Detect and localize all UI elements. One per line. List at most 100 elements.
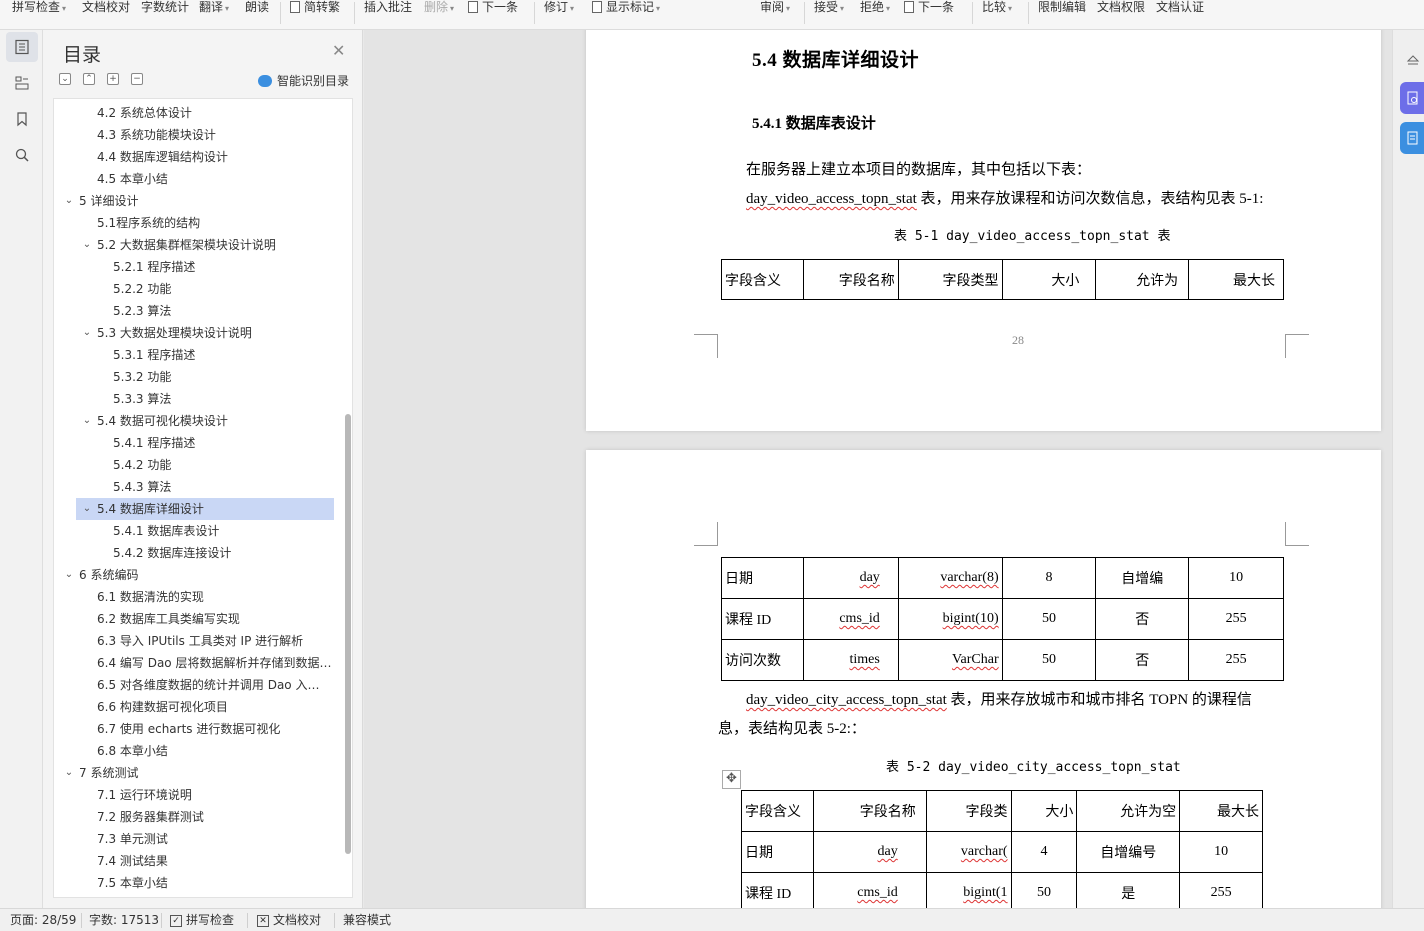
doc-search-button[interactable] (1400, 82, 1424, 114)
ai-assistant-button[interactable] (1400, 122, 1424, 154)
toc-item[interactable]: 5.3.3 算法 (54, 388, 334, 410)
word-count[interactable]: 字数: 17513 (89, 909, 159, 931)
spell-check-menu[interactable]: 拼写检查 ▾ (12, 0, 66, 15)
chevron-down-icon[interactable]: ⌄ (81, 498, 93, 520)
toc-item[interactable]: ⌄ 6 系统编码 (54, 564, 334, 586)
rail-bookmark-button[interactable] (6, 104, 38, 134)
chevron-down-icon[interactable]: ⌄ (63, 190, 75, 212)
chevron-down-icon[interactable]: ⌄ (81, 410, 93, 432)
proofread-toggle[interactable]: ✕ 文档校对 (257, 909, 321, 931)
toc-item[interactable]: 6.6 构建数据可视化项目 (54, 696, 334, 718)
rail-search-button[interactable] (6, 140, 38, 170)
toc-item[interactable]: 6.4 编写 Dao 层将数据解析并存储到数据… (54, 652, 334, 674)
reject-menu[interactable]: 拒绝 ▾ (860, 0, 890, 15)
cell-text: times (849, 652, 880, 667)
body-paragraph-3[interactable]: day_video_city_access_topn_stat 表，用来存放城市… (746, 688, 1252, 709)
restrict-edit-button[interactable]: 限制编辑 (1038, 0, 1086, 15)
doc-certify-button[interactable]: 文档认证 (1156, 0, 1204, 15)
chevron-down-icon[interactable]: ⌄ (63, 762, 75, 784)
rail-outline-button[interactable] (6, 68, 38, 98)
translate-menu[interactable]: 翻译 ▾ (199, 0, 229, 15)
smart-toc-button[interactable]: 智能识别目录 (258, 72, 349, 89)
doc-permission-button[interactable]: 文档权限 (1097, 0, 1145, 15)
table-5-1-header[interactable]: 字段含义 字段名称 字段类型 大小 允许为 最大长 (721, 259, 1284, 300)
toc-item[interactable]: ⌄ 7 系统测试 (54, 762, 334, 784)
page-indicator[interactable]: 页面: 28/59 (10, 909, 76, 931)
section-heading[interactable]: 5.4 数据库详细设计 (752, 45, 919, 72)
toc-item[interactable]: 6.1 数据清洗的实现 (54, 586, 334, 608)
table-caption-5-1[interactable]: 表 5-1 day_video_access_topn_stat 表 (894, 225, 1170, 244)
close-icon[interactable]: ✕ (332, 43, 345, 59)
toc-item[interactable]: ⌄ 5 详细设计 (54, 190, 334, 212)
toc-item[interactable]: 6.2 数据库工具类编写实现 (54, 608, 334, 630)
toc-item[interactable]: 6.7 使用 echarts 进行数据可视化 (54, 718, 334, 740)
toc-item[interactable]: ⌄ 5.4 数据可视化模块设计 (54, 410, 334, 432)
collapse-panel-button[interactable] (1400, 44, 1424, 76)
body-paragraph-2[interactable]: day_video_access_topn_stat 表，用来存放课程和访问次数… (746, 187, 1263, 208)
header-cell: 大小 (1001, 259, 1097, 300)
review-menu[interactable]: 审阅 ▾ (760, 0, 790, 15)
body-paragraph-1[interactable]: 在服务器上建立本项目的数据库，其中包括以下表： (746, 158, 1091, 179)
toc-item[interactable]: 7.3 单元测试 (54, 828, 334, 850)
insert-comment-button[interactable]: 插入批注 (364, 0, 412, 15)
toc-item[interactable]: 6.8 本章小结 (54, 740, 334, 762)
word-count-button[interactable]: 字数统计 (141, 0, 189, 15)
toc-item[interactable]: ⌄ 5.2 大数据集群框架模块设计说明 (54, 234, 334, 256)
show-markup-menu[interactable]: 显示标记 ▾ (592, 0, 660, 15)
table-move-handle[interactable]: ✥ (722, 770, 741, 789)
cell-text: cms_id (839, 611, 880, 626)
toc-item[interactable]: 5.3.2 功能 (54, 366, 334, 388)
toc-item[interactable]: 5.4.1 程序描述 (54, 432, 334, 454)
rail-toc-button[interactable] (6, 32, 38, 62)
next-comment-button[interactable]: 下一条 (468, 0, 518, 15)
toc-item[interactable]: 7.1 运行环境说明 (54, 784, 334, 806)
toc-item[interactable]: 5.4.2 数据库连接设计 (54, 542, 334, 564)
toc-item[interactable]: 6.5 对各维度数据的统计并调用 Dao 入… (54, 674, 334, 696)
expand-all-icon[interactable]: ⌄ (59, 73, 71, 85)
simp-to-trad-button[interactable]: 简转繁 (290, 0, 340, 15)
toc-item[interactable]: ⌄ 5.3 大数据处理模块设计说明 (54, 322, 334, 344)
header-cell: 字段含义 (741, 790, 814, 832)
toc-item[interactable]: 5.4.3 算法 (54, 476, 334, 498)
toc-item[interactable]: 4.5 本章小结 (54, 168, 334, 190)
next-change-button[interactable]: 下一条 (904, 0, 954, 15)
toc-item[interactable]: 6.3 导入 IPUtils 工具类对 IP 进行解析 (54, 630, 334, 652)
accept-menu[interactable]: 接受 ▾ (814, 0, 844, 15)
toc-item[interactable]: 5.2.1 程序描述 (54, 256, 334, 278)
toc-item[interactable]: 5.2.3 算法 (54, 300, 334, 322)
toc-scrollbar[interactable] (345, 414, 351, 854)
toc-item[interactable]: 4.4 数据库逻辑结构设计 (54, 146, 334, 168)
track-changes-menu[interactable]: 修订 ▾ (544, 0, 574, 15)
toc-item[interactable]: 5.4.1 数据库表设计 (54, 520, 334, 542)
read-aloud-button[interactable]: 朗读 (245, 0, 269, 15)
table-5-2[interactable]: 字段含义 字段名称 字段类 大小 允许为空 最大长 日期 day varchar(4 自增编号 10… (741, 790, 1263, 908)
toc-item[interactable]: 7.5 本章小结 (54, 872, 334, 894)
toc-item-label: 5 详细设计 (79, 194, 139, 208)
table-caption-5-2[interactable]: 表 5-2 day_video_city_access_topn_stat (886, 756, 1181, 775)
cell-text: 自增编 (1121, 572, 1164, 587)
toc-item[interactable]: 7.2 服务器集群测试 (54, 806, 334, 828)
chevron-down-icon[interactable]: ⌄ (81, 234, 93, 256)
table-5-1-body[interactable]: 日期 day varchar(8) 8 自增编 10 课程 ID cms_id bigint(1… (721, 557, 1284, 681)
toc-item[interactable]: 5.3.1 程序描述 (54, 344, 334, 366)
chevron-down-icon[interactable]: ⌄ (63, 564, 75, 586)
toc-item[interactable]: 5.4.2 功能 (54, 454, 334, 476)
subsection-heading[interactable]: 5.4.1 数据库表设计 (752, 112, 876, 133)
toc-item-label: 5.3.3 算法 (113, 392, 172, 406)
toc-item[interactable]: ⌄ 5.4 数据库详细设计 (76, 498, 334, 520)
collapse-all-icon[interactable]: ⌃ (83, 73, 95, 85)
spell-check-toggle[interactable]: ✓ 拼写检查 (170, 909, 234, 931)
toc-item[interactable]: 4.2 系统总体设计 (54, 102, 334, 124)
table-cell: 50 (1001, 639, 1097, 681)
delete-comment-menu[interactable]: 删除 ▾ (424, 0, 454, 15)
toc-item[interactable]: 4.3 系统功能模块设计 (54, 124, 334, 146)
remove-heading-icon[interactable]: − (131, 73, 143, 85)
toc-item[interactable]: 5.2.2 功能 (54, 278, 334, 300)
add-heading-icon[interactable]: + (107, 73, 119, 85)
toc-item[interactable]: 5.1程序系统的结构 (54, 212, 334, 234)
chevron-down-icon[interactable]: ⌄ (81, 322, 93, 344)
compare-menu[interactable]: 比较 ▾ (982, 0, 1012, 15)
body-paragraph-3-cont[interactable]: 息，表结构见表 5-2:： (718, 717, 866, 738)
proofread-button[interactable]: 文档校对 (82, 0, 130, 15)
toc-item[interactable]: 7.4 测试结果 (54, 850, 334, 872)
